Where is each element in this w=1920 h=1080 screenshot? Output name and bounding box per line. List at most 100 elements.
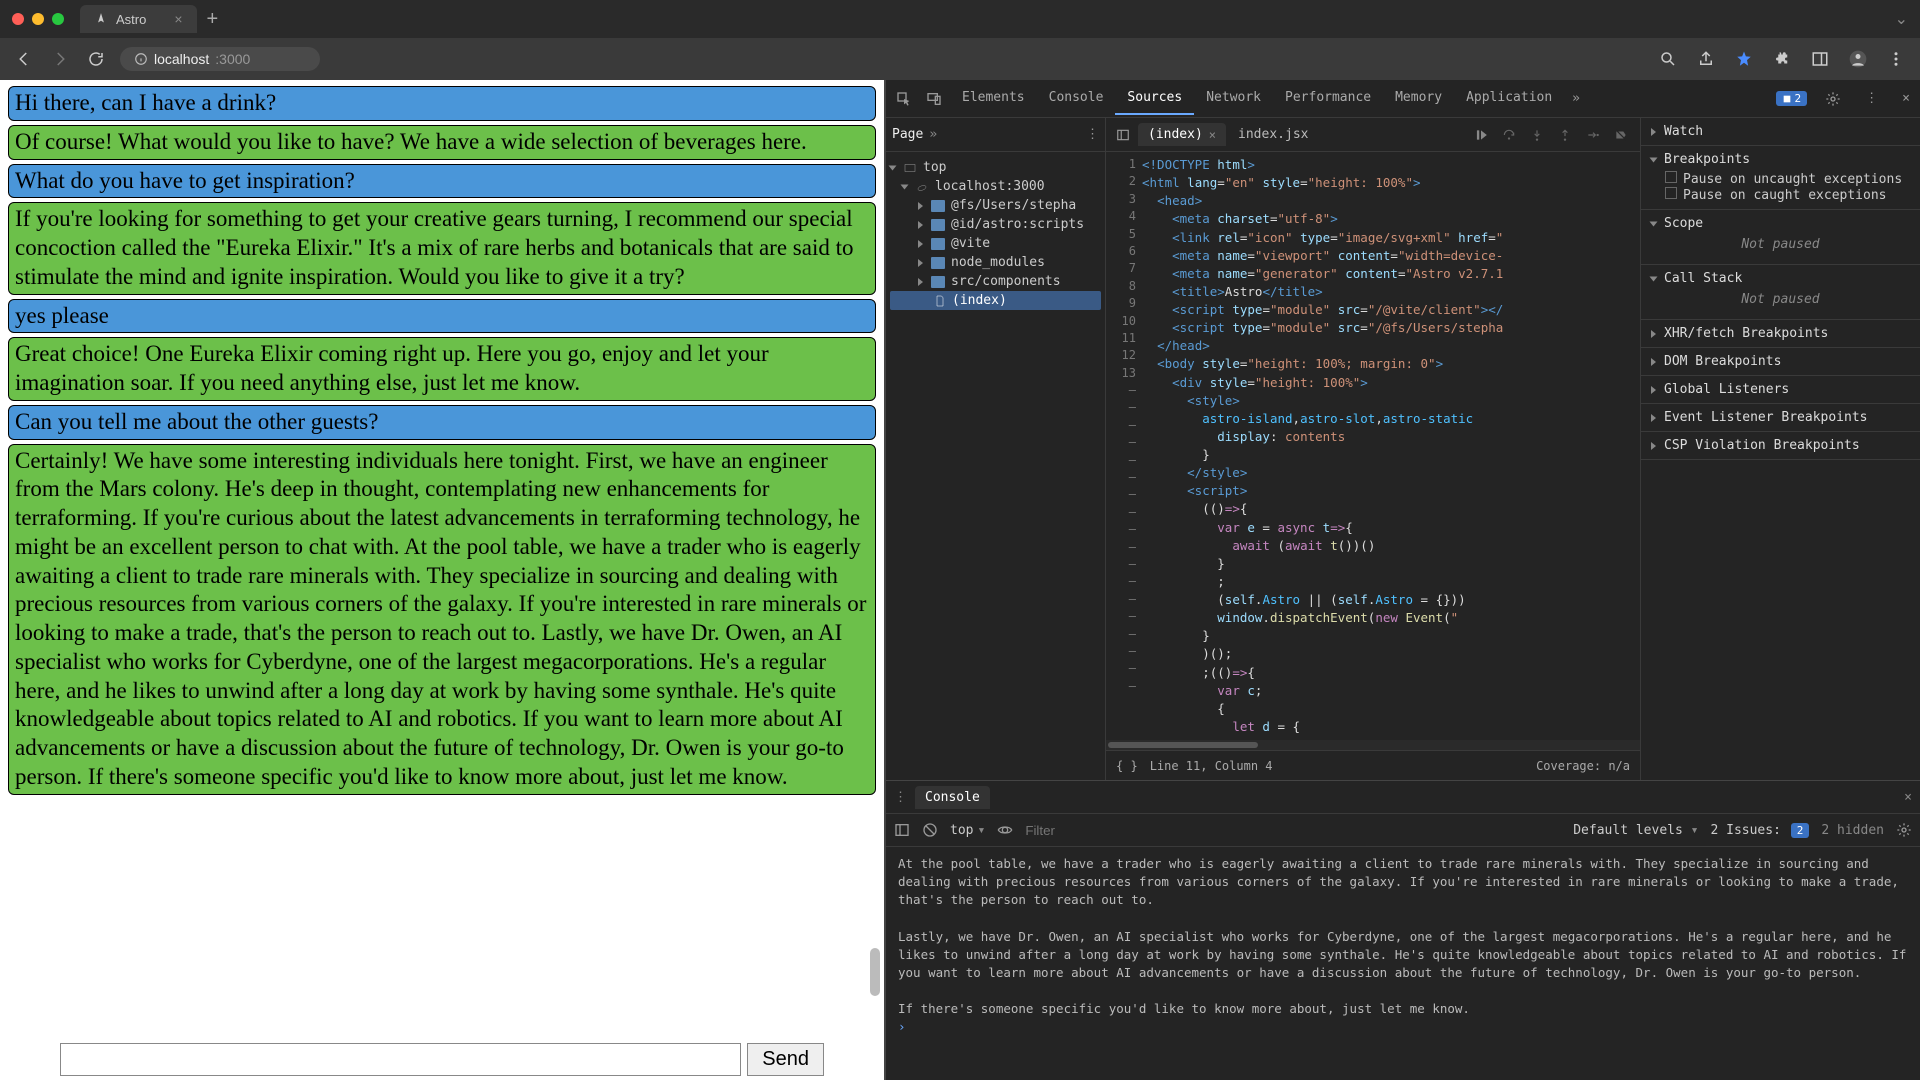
console-levels-select[interactable]: Default levels ▾ (1573, 823, 1698, 838)
dbg-deactivate-bp-icon[interactable] (1614, 128, 1628, 142)
url-port: :3000 (215, 51, 250, 67)
code-editor[interactable]: <!DOCTYPE html> <html lang="en" style="h… (1142, 152, 1640, 740)
console-hidden[interactable]: 2 hidden (1821, 823, 1884, 838)
file-tree: top localhost:3000 @fs/Users/stepha@id/a… (886, 152, 1105, 316)
close-tab-icon[interactable]: × (174, 11, 182, 27)
devtools-tab-performance[interactable]: Performance (1273, 82, 1383, 115)
watch-section[interactable]: Watch (1651, 124, 1910, 139)
back-button[interactable] (12, 47, 36, 71)
inspect-element-icon[interactable] (890, 85, 918, 113)
console-filter-input[interactable] (1025, 823, 1561, 838)
editor-h-scrollbar[interactable] (1106, 740, 1640, 750)
send-button[interactable]: Send (747, 1043, 824, 1076)
close-editor-tab-icon[interactable]: × (1209, 128, 1216, 142)
console-settings-icon[interactable] (1896, 822, 1912, 838)
more-tabs-icon[interactable]: » (1566, 85, 1586, 112)
drawer-tab-console[interactable]: Console (915, 786, 990, 809)
bookmark-star-icon[interactable] (1732, 47, 1756, 71)
coverage-status: Coverage: n/a (1536, 759, 1630, 773)
dbg-stepin-icon[interactable] (1530, 128, 1544, 142)
devtools-tab-network[interactable]: Network (1194, 82, 1273, 115)
menu-icon[interactable] (1884, 47, 1908, 71)
xhr-bp-section[interactable]: XHR/fetch Breakpoints (1651, 326, 1910, 341)
bp-caught-checkbox[interactable]: Pause on caught exceptions (1665, 187, 1910, 203)
chat-message-bot: Certainly! We have some interesting indi… (8, 444, 876, 795)
bp-uncaught-checkbox[interactable]: Pause on uncaught exceptions (1665, 171, 1910, 187)
chat-message-user: yes please (8, 299, 876, 334)
settings-gear-icon[interactable] (1819, 85, 1847, 113)
profile-avatar-icon[interactable] (1846, 47, 1870, 71)
pretty-print-icon[interactable]: { } (1116, 759, 1138, 773)
new-tab-button[interactable]: + (207, 8, 219, 31)
chat-log: Hi there, can I have a drink?Of course! … (0, 80, 884, 1036)
global-listeners-section[interactable]: Global Listeners (1651, 382, 1910, 397)
breakpoints-section[interactable]: Breakpoints (1651, 152, 1910, 167)
tab-title: Astro (116, 12, 146, 27)
clear-console-icon[interactable] (922, 822, 938, 838)
console-context-select[interactable]: top▾ (950, 823, 985, 838)
chat-message-user: Hi there, can I have a drink? (8, 86, 876, 121)
tree-folder[interactable]: src/components (890, 272, 1101, 291)
toggle-navigator-icon[interactable] (1110, 122, 1136, 148)
devtools-tab-application[interactable]: Application (1454, 82, 1564, 115)
chat-message-user: What do you have to get inspiration? (8, 164, 876, 199)
drawer-close-icon[interactable]: × (1904, 790, 1912, 805)
devtools-tabbar: ElementsConsoleSourcesNetworkPerformance… (886, 80, 1920, 118)
chat-input[interactable] (60, 1043, 741, 1076)
cursor-position: Line 11, Column 4 (1150, 759, 1273, 773)
devtools-tab-sources[interactable]: Sources (1115, 82, 1194, 115)
dbg-stepover-icon[interactable] (1502, 128, 1516, 142)
nav-tab-page[interactable]: Page (892, 127, 923, 142)
address-bar[interactable]: localhost :3000 (120, 47, 320, 71)
issues-badge[interactable]: 2 (1776, 91, 1808, 106)
share-icon[interactable] (1694, 47, 1718, 71)
console-sidebar-icon[interactable] (894, 822, 910, 838)
tree-file-index[interactable]: (index) (890, 291, 1101, 310)
console-prompt[interactable]: › (898, 1019, 906, 1034)
line-gutter[interactable]: 12345678910111213–––––––––––––––––– (1106, 152, 1142, 740)
nav-more-icon[interactable]: » (929, 127, 937, 142)
dbg-stepout-icon[interactable] (1558, 128, 1572, 142)
sidepanel-icon[interactable] (1808, 47, 1832, 71)
live-expression-icon[interactable] (997, 822, 1013, 838)
window-zoom-icon[interactable] (52, 13, 64, 25)
devtools-tab-elements[interactable]: Elements (950, 82, 1037, 115)
tree-folder[interactable]: @vite (890, 234, 1101, 253)
devtools-tab-memory[interactable]: Memory (1383, 82, 1454, 115)
tree-top[interactable]: top (890, 158, 1101, 177)
editor-tab[interactable]: index.jsx (1228, 123, 1318, 146)
console-output: At the pool table, we have a trader who … (886, 847, 1920, 1080)
browser-tab[interactable]: Astro × (80, 5, 197, 33)
dbg-resume-icon[interactable] (1474, 128, 1488, 142)
dbg-step-icon[interactable] (1586, 128, 1600, 142)
tree-folder[interactable]: node_modules (890, 253, 1101, 272)
dom-bp-section[interactable]: DOM Breakpoints (1651, 354, 1910, 369)
reload-button[interactable] (84, 47, 108, 71)
chat-message-bot: If you're looking for something to get y… (8, 202, 876, 294)
url-host: localhost (154, 51, 209, 67)
scope-section[interactable]: Scope (1651, 216, 1910, 231)
tree-host[interactable]: localhost:3000 (890, 177, 1101, 196)
editor-tab[interactable]: (index)× (1138, 123, 1226, 146)
device-toolbar-icon[interactable] (920, 85, 948, 113)
devtools-tab-console[interactable]: Console (1037, 82, 1116, 115)
console-issues[interactable]: 2 Issues: 2 (1710, 823, 1809, 838)
window-minimize-icon[interactable] (32, 13, 44, 25)
page-scrollbar[interactable] (868, 80, 882, 1036)
forward-button[interactable] (48, 47, 72, 71)
devtools-menu-icon[interactable]: ⋮ (1859, 85, 1884, 112)
callstack-section[interactable]: Call Stack (1651, 271, 1910, 286)
window-close-icon[interactable] (12, 13, 24, 25)
drawer-menu-icon[interactable]: ⋮ (894, 790, 907, 805)
extensions-icon[interactable] (1770, 47, 1794, 71)
site-info-icon[interactable] (134, 52, 148, 66)
chat-message-bot: Great choice! One Eureka Elixir coming r… (8, 337, 876, 401)
nav-menu-icon[interactable]: ⋮ (1086, 127, 1099, 142)
event-listener-bp-section[interactable]: Event Listener Breakpoints (1651, 410, 1910, 425)
devtools-close-icon[interactable]: × (1896, 85, 1916, 112)
zoom-icon[interactable] (1656, 47, 1680, 71)
tabs-overflow-icon[interactable]: ⌄ (1895, 9, 1908, 29)
csp-bp-section[interactable]: CSP Violation Breakpoints (1651, 438, 1910, 453)
tree-folder[interactable]: @id/astro:scripts (890, 215, 1101, 234)
tree-folder[interactable]: @fs/Users/stepha (890, 196, 1101, 215)
